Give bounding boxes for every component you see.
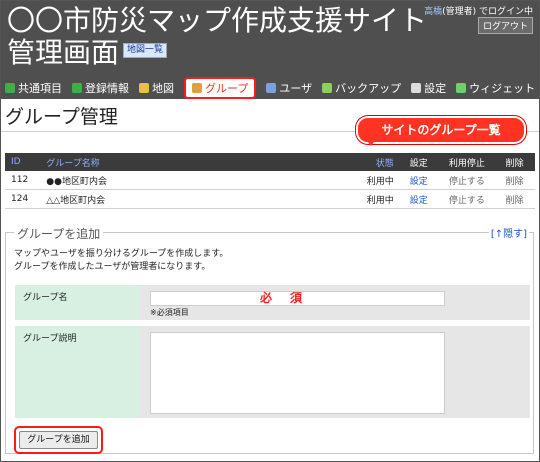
backup-icon	[322, 83, 333, 93]
group-table: ID グループ名称 状態 設定 利用停止 削除 112 ●●地区町内会 利用中 …	[5, 153, 535, 209]
row-status: 利用中	[366, 176, 394, 187]
hide-toggle-link[interactable]: [↑隠す]	[488, 225, 529, 240]
row-delete-link[interactable]: 削除	[506, 174, 535, 187]
row-name: △△地区町内会	[46, 195, 106, 206]
nav-item[interactable]: グループ	[184, 77, 257, 99]
nav-item-label: 登録情報	[85, 82, 129, 95]
table-header: ID グループ名称 状態 設定 利用停止 削除	[5, 153, 535, 171]
login-user-link[interactable]: 高橋	[424, 7, 442, 17]
row-name: ●●地区町内会	[46, 176, 107, 187]
login-info: 高橋(管理者) でログイン中	[424, 4, 533, 17]
row-delete-link[interactable]: 削除	[506, 193, 535, 206]
table-row: 124 △△地区町内会 利用中 設定 停止する 削除	[5, 190, 535, 209]
nav-item-label: 設定	[424, 82, 447, 95]
nav-item-label: 共通項目	[18, 82, 62, 95]
nav-item[interactable]: ウィジェット	[456, 78, 535, 98]
nav-item-label: グループ	[205, 82, 249, 95]
col-name-header[interactable]: グループ名称	[46, 156, 315, 169]
add-group-description: マップやユーザを振り分けるグループを作成します。 グループを作成したユーザが管理…	[14, 248, 228, 274]
group-description-label: グループ説明	[15, 326, 140, 418]
site-header: 〇〇市防災マップ作成支援サイト 管理画面 地図一覧 高橋(管理者) でログイン中 …	[1, 1, 539, 99]
row-id: 124	[11, 194, 29, 204]
annotation-callout: サイトのグループ一覧	[356, 116, 526, 144]
add-group-panel: グループを追加 [↑隠す] マップやユーザを振り分けるグループを作成します。 グ…	[5, 225, 534, 454]
group-description-cell	[140, 326, 530, 418]
group-name-label: グループ名	[15, 285, 140, 320]
nav-item-label: バックアップ	[335, 82, 402, 95]
row-settings-link[interactable]: 設定	[410, 174, 449, 187]
col-id-header[interactable]: ID	[5, 157, 46, 167]
description-line1: マップやユーザを振り分けるグループを作成します。	[14, 249, 229, 259]
leaf-icon	[72, 83, 82, 93]
col-status-header[interactable]: 状態	[315, 156, 409, 169]
col-suspend-header: 利用停止	[448, 158, 485, 169]
row-status: 利用中	[366, 195, 394, 206]
row-settings-link[interactable]: 設定	[410, 193, 449, 206]
nav-item[interactable]: バックアップ	[322, 78, 401, 98]
group-icon	[192, 83, 202, 93]
leaf-icon	[5, 83, 15, 93]
puzzle-icon	[456, 83, 467, 93]
row-suspend-link[interactable]: 停止する	[449, 174, 506, 187]
logout-button[interactable]: ログアウト	[477, 17, 533, 34]
nav-item[interactable]: 登録情報	[72, 78, 129, 98]
nav-item[interactable]: 共通項目	[5, 78, 62, 98]
site-title: 〇〇市防災マップ作成支援サイト 管理画面 地図一覧	[7, 5, 427, 69]
table-row: 112 ●●地区町内会 利用中 設定 停止する 削除	[5, 171, 535, 190]
nav-item-label: 地図	[152, 82, 174, 95]
nav-item-label: ウィジェット	[469, 82, 536, 95]
page-title: グループ管理	[5, 106, 118, 128]
nav-item[interactable]: 設定	[411, 78, 446, 98]
add-group-legend: グループを追加	[14, 225, 104, 242]
user-icon	[266, 83, 277, 93]
add-group-button[interactable]: グループを追加	[19, 431, 98, 449]
required-note: ※必須項目	[150, 308, 189, 317]
main-nav: 共通項目 登録情報 地図 グループ ユーザ バックアップ 設定 ウィジェット	[5, 77, 539, 99]
group-description-row: グループ説明	[15, 326, 530, 418]
admin-title: 管理画面	[7, 36, 120, 69]
row-suspend-link[interactable]: 停止する	[449, 193, 506, 206]
group-name-row: グループ名 必須 ※必須項目	[15, 285, 530, 320]
page-frame: 〇〇市防災マップ作成支援サイト 管理画面 地図一覧 高橋(管理者) でログイン中 …	[0, 0, 540, 462]
nav-item[interactable]: ユーザ	[266, 78, 312, 98]
nav-item-label: ユーザ	[279, 82, 313, 95]
site-title-line1: 〇〇市防災マップ作成支援サイト	[7, 4, 428, 37]
col-settings-header: 設定	[409, 158, 428, 169]
col-delete-header: 削除	[505, 158, 524, 169]
group-description-textarea[interactable]	[150, 332, 445, 414]
map-icon	[139, 83, 149, 93]
nav-item[interactable]: 地図	[139, 78, 174, 98]
site-title-line2: 管理画面 地図一覧	[7, 37, 427, 69]
row-id: 112	[11, 175, 29, 185]
group-name-cell: 必須 ※必須項目	[140, 285, 530, 320]
required-marker: 必須	[260, 291, 321, 305]
map-list-link[interactable]: 地図一覧	[123, 42, 168, 58]
gear-icon	[411, 83, 422, 93]
annotation-callout-tail	[365, 138, 377, 146]
description-line2: グループを作成したユーザが管理者になります。	[14, 262, 211, 272]
login-status-text: (管理者) でログイン中	[442, 7, 533, 17]
add-group-button-highlight: グループを追加	[14, 426, 103, 454]
